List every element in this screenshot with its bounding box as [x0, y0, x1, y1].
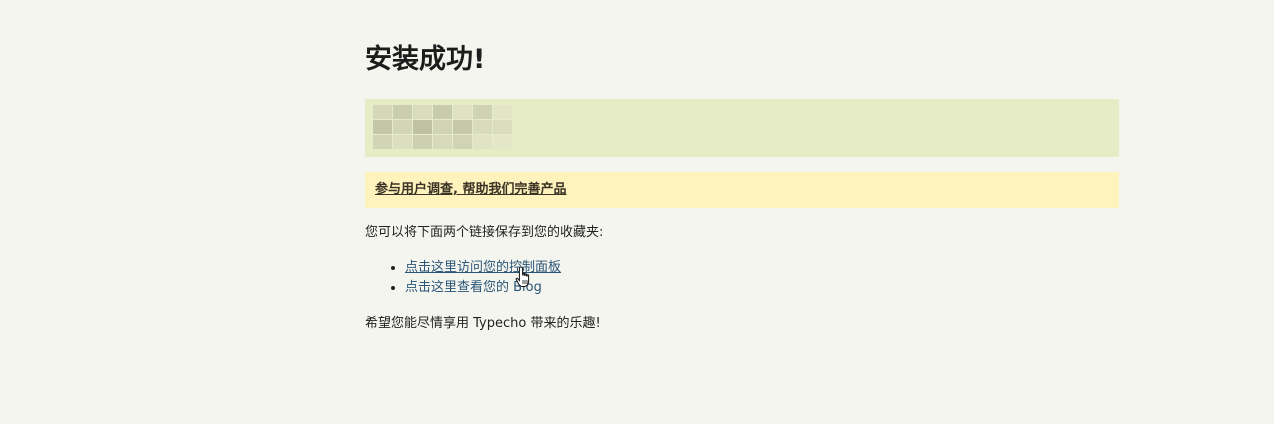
success-message-box	[365, 99, 1119, 157]
page-title: 安装成功!	[365, 44, 486, 75]
hand-pointer-icon	[515, 266, 530, 287]
dashboard-link[interactable]: 点击这里访问您的控制面板	[405, 260, 561, 275]
redacted-message	[373, 105, 512, 151]
intro-text: 您可以将下面两个链接保存到您的收藏夹:	[365, 225, 604, 240]
survey-notice: 参与用户调查, 帮助我们完善产品	[365, 172, 1119, 208]
outro-text: 希望您能尽情享用 Typecho 带来的乐趣!	[365, 316, 601, 331]
install-success-page: 安装成功! 参与用户调查, 帮助我们完善产品 您可以将下面两个链接保存到您的收藏…	[365, 0, 1119, 331]
list-item: 点击这里查看您的 Blog	[405, 278, 561, 298]
survey-link[interactable]: 参与用户调查, 帮助我们完善产品	[375, 181, 566, 199]
list-item: 点击这里访问您的控制面板	[405, 258, 561, 278]
